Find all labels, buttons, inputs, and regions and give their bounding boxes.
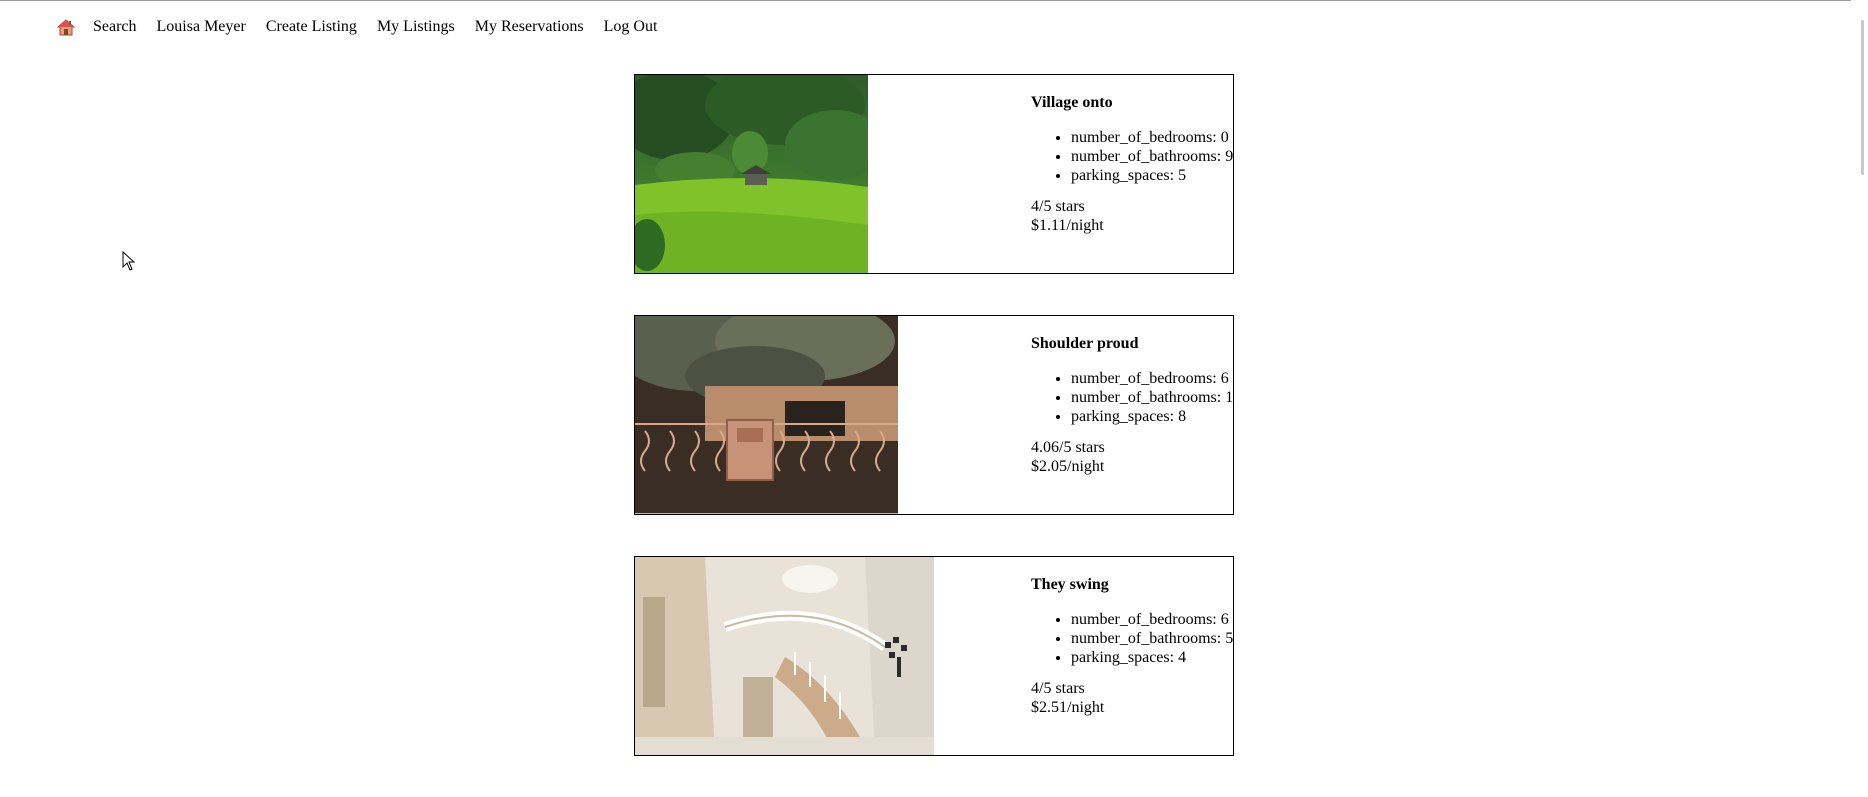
nav-log-out[interactable]: Log Out bbox=[604, 18, 658, 36]
listing-title: They swing bbox=[1031, 576, 1109, 593]
listing-photo bbox=[635, 557, 934, 755]
feature-item: parking_spaces: 8 bbox=[1071, 407, 1233, 426]
listing-card[interactable]: Village onto number_of_bedrooms: 0 numbe… bbox=[634, 74, 1234, 274]
listing-rating: 4/5 stars bbox=[1031, 680, 1085, 697]
listing-title: Village onto bbox=[1031, 94, 1113, 111]
listing-features: number_of_bedrooms: 6 number_of_bathroom… bbox=[1031, 369, 1233, 426]
top-navigation: Search Louisa Meyer Create Listing My Li… bbox=[57, 16, 677, 38]
scrollbar-thumb[interactable] bbox=[1861, 20, 1864, 175]
nav-user-profile[interactable]: Louisa Meyer bbox=[157, 18, 246, 36]
listing-features: number_of_bedrooms: 6 number_of_bathroom… bbox=[1031, 610, 1233, 667]
listing-info: Shoulder proud number_of_bedrooms: 6 num… bbox=[1031, 334, 1233, 476]
listing-features: number_of_bedrooms: 0 number_of_bathroom… bbox=[1031, 128, 1233, 185]
nav-search[interactable]: Search bbox=[93, 18, 137, 36]
feature-item: number_of_bathrooms: 5 bbox=[1071, 629, 1233, 648]
feature-item: parking_spaces: 5 bbox=[1071, 166, 1233, 185]
feature-item: number_of_bathrooms: 9 bbox=[1071, 147, 1233, 166]
feature-item: parking_spaces: 4 bbox=[1071, 648, 1233, 667]
listings-list: Village onto number_of_bedrooms: 0 numbe… bbox=[634, 74, 1234, 797]
listing-card[interactable]: Shoulder proud number_of_bedrooms: 6 num… bbox=[634, 315, 1234, 515]
listing-info: Village onto number_of_bedrooms: 0 numbe… bbox=[1031, 93, 1233, 235]
listing-rating: 4/5 stars bbox=[1031, 198, 1085, 215]
page-scrollbar[interactable] bbox=[1851, 0, 1868, 782]
feature-item: number_of_bedrooms: 6 bbox=[1071, 369, 1233, 388]
listing-photo bbox=[635, 316, 898, 514]
feature-item: number_of_bathrooms: 1 bbox=[1071, 388, 1233, 407]
listing-price: $2.05/night bbox=[1031, 458, 1105, 475]
home-link[interactable] bbox=[57, 18, 75, 36]
nav-create-listing[interactable]: Create Listing bbox=[266, 18, 357, 36]
listing-price: $1.11/night bbox=[1031, 217, 1104, 234]
listing-card[interactable]: They swing number_of_bedrooms: 6 number_… bbox=[634, 556, 1234, 756]
listing-title: Shoulder proud bbox=[1031, 335, 1139, 352]
nav-my-reservations[interactable]: My Reservations bbox=[475, 18, 584, 36]
house-icon bbox=[57, 18, 75, 35]
listing-price: $2.51/night bbox=[1031, 699, 1105, 716]
feature-item: number_of_bedrooms: 0 bbox=[1071, 128, 1233, 147]
nav-my-listings[interactable]: My Listings bbox=[377, 18, 455, 36]
mouse-pointer-icon bbox=[122, 250, 136, 276]
listing-photo bbox=[635, 75, 868, 273]
listing-rating: 4.06/5 stars bbox=[1031, 439, 1105, 456]
top-border bbox=[0, 0, 1868, 1]
listing-info: They swing number_of_bedrooms: 6 number_… bbox=[1031, 575, 1233, 717]
feature-item: number_of_bedrooms: 6 bbox=[1071, 610, 1233, 629]
